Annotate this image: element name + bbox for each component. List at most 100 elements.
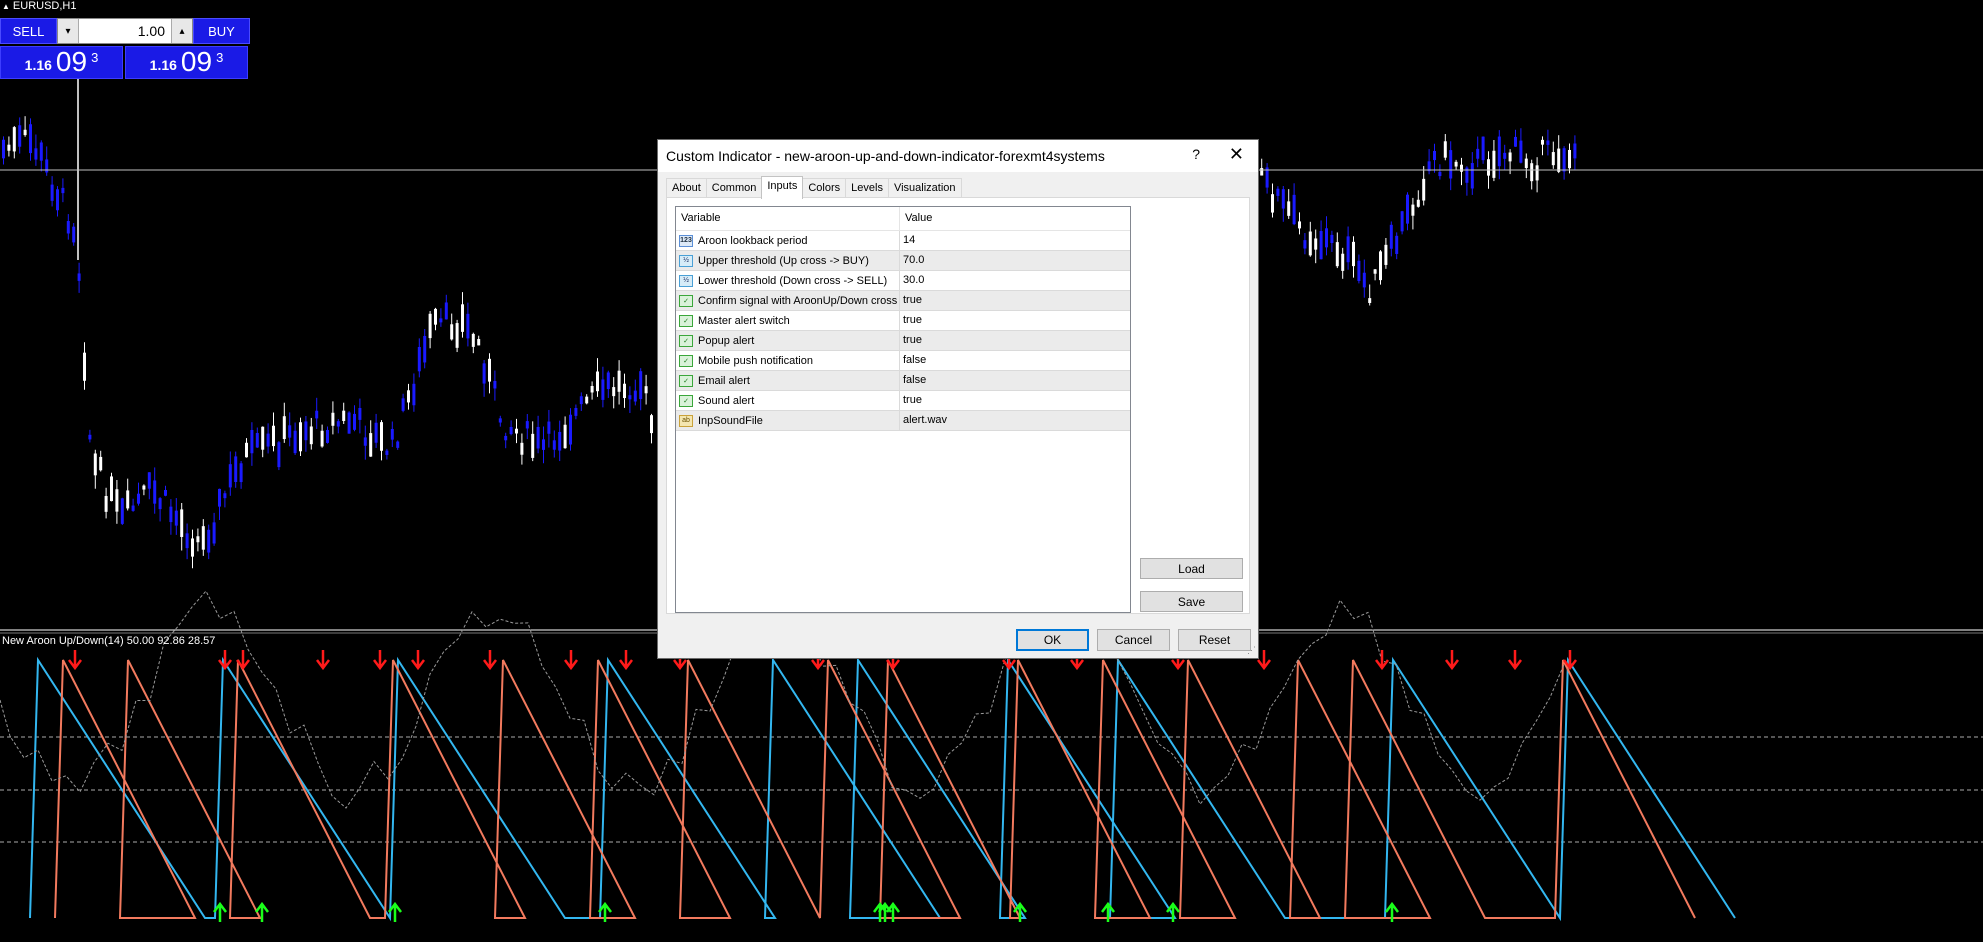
candle-body bbox=[29, 124, 32, 154]
candle-body bbox=[1379, 251, 1382, 281]
close-icon[interactable]: ✕ bbox=[1229, 144, 1244, 165]
resize-grip-icon[interactable]: ⋰ bbox=[1247, 645, 1256, 656]
cancel-button[interactable]: Cancel bbox=[1097, 629, 1170, 651]
tab-levels[interactable]: Levels bbox=[845, 178, 889, 198]
candle-body bbox=[353, 413, 356, 430]
value-cell[interactable]: 30.0 bbox=[900, 271, 1130, 290]
buy-button[interactable]: BUY bbox=[193, 18, 250, 44]
sell-price[interactable]: 1.16 09 3 bbox=[0, 46, 123, 79]
variable-name: Aroon lookback period bbox=[698, 234, 808, 247]
candle-body bbox=[1508, 152, 1512, 162]
candle-body bbox=[396, 441, 400, 448]
tab-visualization[interactable]: Visualization bbox=[887, 178, 962, 198]
table-row[interactable]: 123 Aroon lookback period 14 bbox=[676, 231, 1130, 251]
candle-body bbox=[72, 226, 76, 243]
candle-body bbox=[515, 428, 518, 434]
variable-name: Upper threshold (Up cross -> BUY) bbox=[698, 254, 869, 267]
table-row[interactable]: ✓ Mobile push notification false bbox=[676, 351, 1130, 371]
value-cell[interactable]: alert.wav bbox=[900, 411, 1130, 430]
value-cell[interactable]: 14 bbox=[900, 231, 1130, 250]
candle-body bbox=[585, 396, 589, 404]
ok-button[interactable]: OK bbox=[1016, 629, 1089, 651]
tab-common[interactable]: Common bbox=[705, 178, 763, 198]
lot-decrease-icon[interactable]: ▾ bbox=[58, 19, 79, 43]
candle-body bbox=[83, 352, 86, 381]
variable-name: Lower threshold (Down cross -> SELL) bbox=[698, 274, 888, 287]
table-row[interactable]: ✓ Email alert false bbox=[676, 371, 1130, 391]
candle-body bbox=[207, 529, 211, 553]
variable-cell: ½ Lower threshold (Down cross -> SELL) bbox=[676, 271, 900, 290]
value-cell[interactable]: true bbox=[900, 291, 1130, 310]
candle-body bbox=[374, 422, 378, 443]
candle-body bbox=[1568, 149, 1571, 169]
candle-body bbox=[39, 142, 43, 161]
lot-increase-icon[interactable]: ▴ bbox=[171, 19, 192, 43]
tab-about[interactable]: About bbox=[666, 178, 707, 198]
save-button[interactable]: Save bbox=[1140, 591, 1243, 612]
value-cell[interactable]: 70.0 bbox=[900, 251, 1130, 270]
variable-cell: ✓ Email alert bbox=[676, 371, 900, 390]
candle-body bbox=[1487, 159, 1490, 176]
tab-inputs[interactable]: Inputs bbox=[761, 176, 804, 199]
candle-body bbox=[201, 526, 205, 550]
buy-arrow-icon bbox=[886, 901, 900, 922]
candle-body bbox=[288, 425, 292, 438]
sell-arrow-icon bbox=[316, 650, 330, 671]
sell-price-point: 3 bbox=[91, 50, 99, 65]
candle-body bbox=[137, 493, 140, 504]
candle-body bbox=[1422, 178, 1426, 201]
candle-body bbox=[315, 410, 319, 419]
candle-body bbox=[1292, 194, 1296, 225]
candle-body bbox=[1308, 231, 1312, 256]
candle-body bbox=[498, 418, 502, 423]
candle-body bbox=[12, 127, 16, 152]
table-row[interactable]: ½ Upper threshold (Up cross -> BUY) 70.0 bbox=[676, 251, 1130, 271]
candle-body bbox=[558, 431, 562, 451]
lot-size-input[interactable]: 1.00 bbox=[79, 19, 171, 43]
buy-price[interactable]: 1.16 09 3 bbox=[125, 46, 248, 79]
value-cell[interactable]: true bbox=[900, 391, 1130, 410]
candle-body bbox=[482, 363, 486, 384]
table-header: Variable Value bbox=[676, 207, 1130, 231]
candle-body bbox=[304, 421, 308, 441]
column-header-value[interactable]: Value bbox=[900, 207, 1130, 230]
table-row[interactable]: ✓ Popup alert true bbox=[676, 331, 1130, 351]
aroon-down-line bbox=[54, 659, 1696, 919]
help-icon[interactable]: ? bbox=[1192, 146, 1200, 162]
candle-body bbox=[628, 395, 632, 400]
reset-button[interactable]: Reset bbox=[1178, 629, 1251, 651]
candle-body bbox=[180, 509, 184, 537]
variable-name: Email alert bbox=[698, 374, 750, 387]
table-row[interactable]: ✓ Master alert switch true bbox=[676, 311, 1130, 331]
table-row[interactable]: ab InpSoundFile alert.wav bbox=[676, 411, 1130, 431]
variable-cell: ✓ Master alert switch bbox=[676, 311, 900, 330]
value-cell[interactable]: true bbox=[900, 331, 1130, 350]
table-row[interactable]: ✓ Confirm signal with AroonUp/Down cross t… bbox=[676, 291, 1130, 311]
sell-button[interactable]: SELL bbox=[0, 18, 57, 44]
dialog-titlebar[interactable]: Custom Indicator - new-aroon-up-and-down… bbox=[658, 140, 1258, 172]
table-row[interactable]: ½ Lower threshold (Down cross -> SELL) 30.… bbox=[676, 271, 1130, 291]
load-button[interactable]: Load bbox=[1140, 558, 1243, 579]
variable-cell: ½ Upper threshold (Up cross -> BUY) bbox=[676, 251, 900, 270]
one-click-trading-panel: SELL ▾ 1.00 ▴ BUY 1.16 09 3 1.16 09 3 bbox=[0, 18, 250, 80]
tab-colors[interactable]: Colors bbox=[802, 178, 847, 198]
candle-body bbox=[153, 480, 157, 504]
value-cell[interactable]: false bbox=[900, 351, 1130, 370]
candle-body bbox=[7, 144, 11, 151]
candle-body bbox=[461, 304, 464, 332]
sell-arrow-icon bbox=[68, 650, 82, 671]
lot-size-stepper[interactable]: ▾ 1.00 ▴ bbox=[57, 18, 193, 44]
candle-body bbox=[110, 476, 113, 502]
candle-body bbox=[174, 510, 178, 526]
candle-body bbox=[93, 453, 97, 476]
table-row[interactable]: ✓ Sound alert true bbox=[676, 391, 1130, 411]
candle-body bbox=[590, 386, 594, 393]
column-header-variable[interactable]: Variable bbox=[676, 207, 900, 230]
candle-body bbox=[23, 129, 27, 136]
value-cell[interactable]: false bbox=[900, 371, 1130, 390]
candle-body bbox=[650, 415, 653, 434]
inputs-table[interactable]: Variable Value 123 Aroon lookback period 1… bbox=[675, 206, 1131, 613]
value-cell[interactable]: true bbox=[900, 311, 1130, 330]
aroon-up-line bbox=[29, 656, 1736, 922]
buy-arrow-icon bbox=[1385, 901, 1399, 922]
